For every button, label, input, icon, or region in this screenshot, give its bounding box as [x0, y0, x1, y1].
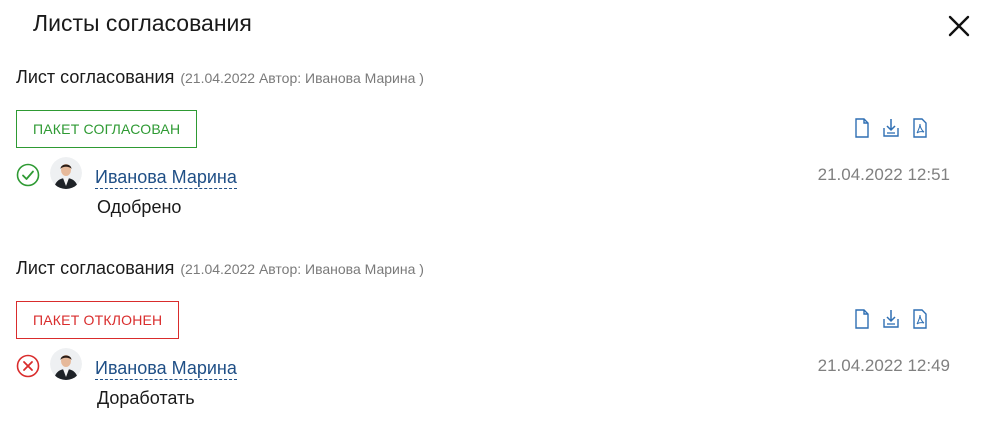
status-badge: ПАКЕТ ОТКЛОНЕН: [16, 301, 180, 339]
sheet-title: Лист согласования (21.04.2022 Автор: Иван…: [16, 258, 424, 279]
approval-sheet: Лист согласования (21.04.2022 Автор: Иван…: [0, 258, 988, 428]
cross-circle-icon: [16, 354, 40, 378]
decision-timestamp: 21.04.2022 12:51: [817, 165, 950, 184]
document-icon[interactable]: [852, 117, 872, 139]
status-badge: ПАКЕТ СОГЛАСОВАН: [16, 110, 198, 148]
close-button[interactable]: [945, 12, 973, 40]
decision-text: Доработать: [97, 388, 195, 408]
pdf-icon[interactable]: [910, 117, 930, 139]
pdf-icon[interactable]: [910, 308, 930, 330]
sheet-meta: (21.04.2022 Автор: Иванова Марина ): [180, 261, 424, 277]
dialog-title: Листы согласования: [33, 10, 252, 36]
sheet-actions: [852, 308, 930, 330]
close-icon: [948, 15, 970, 37]
download-icon[interactable]: [881, 308, 901, 330]
sheet-actions: [852, 117, 930, 139]
approver-link[interactable]: Иванова Марина: [95, 167, 237, 189]
approval-sheet: Лист согласования (21.04.2022 Автор: Иван…: [0, 67, 988, 237]
decision-text: Одобрено: [97, 197, 182, 217]
approver-link[interactable]: Иванова Марина: [95, 358, 237, 380]
check-circle-icon: [16, 163, 40, 187]
download-icon[interactable]: [881, 117, 901, 139]
sheet-meta: (21.04.2022 Автор: Иванова Марина ): [180, 70, 424, 86]
sheet-title-text: Лист согласования: [16, 258, 175, 278]
sheet-title: Лист согласования (21.04.2022 Автор: Иван…: [16, 67, 424, 88]
avatar: [50, 157, 82, 189]
avatar: [50, 348, 82, 380]
document-icon[interactable]: [852, 308, 872, 330]
sheet-title-text: Лист согласования: [16, 67, 175, 87]
decision-timestamp: 21.04.2022 12:49: [817, 356, 950, 375]
